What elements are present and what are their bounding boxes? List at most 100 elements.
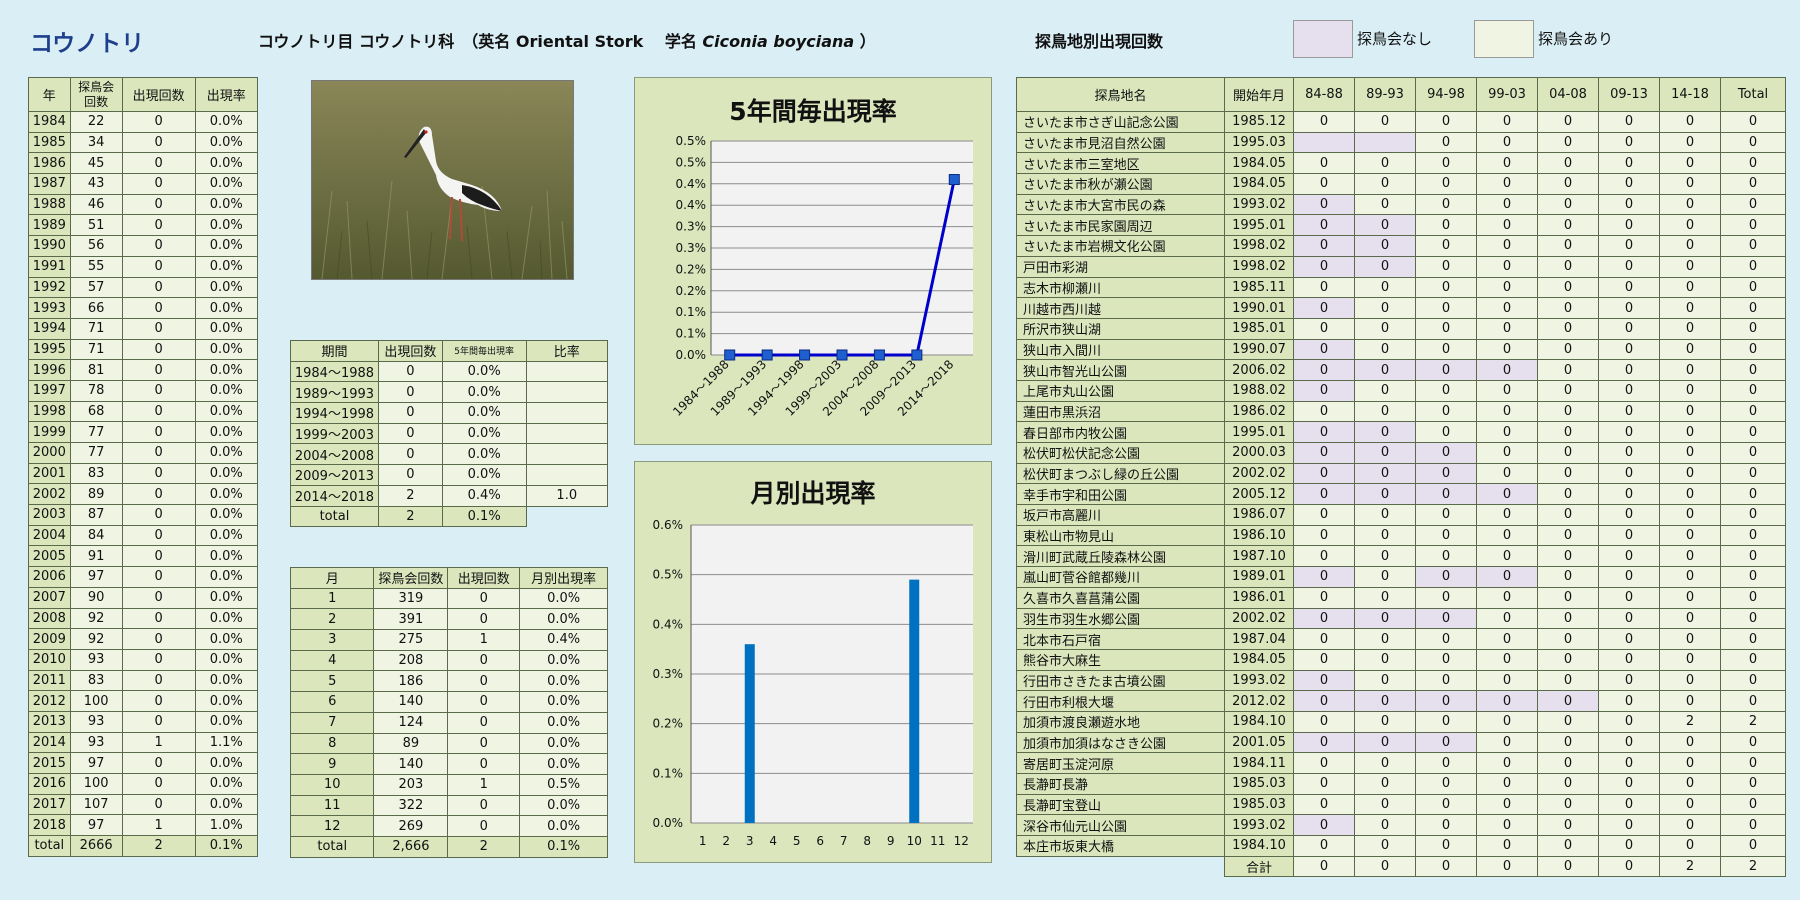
table-cell: 11 <box>289 794 375 817</box>
table-cell: 0 <box>121 173 196 195</box>
table-cell: 0 <box>1659 173 1721 195</box>
y-tick-label: 0.2% <box>676 284 707 298</box>
table-cell: 0 <box>1354 338 1416 361</box>
table-row: 2012 100 0 0.0% <box>28 690 259 712</box>
site-start: 2001.05 <box>1224 731 1294 754</box>
table-cell: 0 <box>1537 628 1599 650</box>
table-cell: 0.0% <box>441 360 527 383</box>
table-cell: 0 <box>1476 504 1538 526</box>
table-row: 行田市利根大堰 2012.02 0 0 0 0 0 0 0 0 <box>1016 690 1786 712</box>
site-start: 1998.02 <box>1224 255 1294 278</box>
table-cell: 0 <box>1720 235 1786 257</box>
table-cell: 90 <box>69 586 123 609</box>
site-name: さいたま市大宮市民の森 <box>1016 193 1225 216</box>
table-cell: 0 <box>1354 317 1416 340</box>
table-row: さいたま市岩槻文化公園 1998.02 0 0 0 0 0 0 0 0 <box>1016 235 1786 257</box>
site-start: 1986.10 <box>1224 524 1294 547</box>
table-row: 1989 51 0 0.0% <box>28 214 259 237</box>
table-cell: 0 <box>1720 731 1786 754</box>
table-cell: 0 <box>1598 669 1660 692</box>
table-cell: 0 <box>1354 152 1416 175</box>
table-cell: 0 <box>1659 566 1721 588</box>
total-cell: 0 <box>1598 855 1660 878</box>
table-row: 8 89 0 0.0% <box>289 732 608 755</box>
table-cell: 0 <box>121 111 196 133</box>
empty-cell <box>1017 856 1225 877</box>
table-cell: 0 <box>377 360 443 383</box>
table-cell: 0 <box>121 276 196 299</box>
table-cell: 0 <box>1354 524 1416 547</box>
site-start: 1995.01 <box>1224 421 1294 443</box>
site-start: 1986.02 <box>1224 400 1294 423</box>
table-cell: 0 <box>1659 586 1721 609</box>
table-cell: 0 <box>1659 690 1721 712</box>
site-name: 松伏町松伏記念公園 <box>1016 442 1225 464</box>
site-start: 1984.05 <box>1224 648 1294 671</box>
table-cell: 0 <box>1659 773 1721 795</box>
table-row: 1984 22 0 0.0% <box>28 111 259 133</box>
bar <box>744 644 755 823</box>
site-name: 上尾市丸山公園 <box>1016 379 1225 402</box>
table-cell: 0 <box>1720 566 1786 588</box>
scientific-name: Ciconia boyciana <box>702 32 855 51</box>
table-cell: 0 <box>1415 255 1477 278</box>
table-cell: 0 <box>1537 152 1599 175</box>
table-cell: 0 <box>1415 814 1477 837</box>
table-cell: 0 <box>1659 111 1721 133</box>
table-cell: 93 <box>69 648 123 671</box>
table-cell: 0.0% <box>194 400 259 423</box>
table-cell: 0 <box>1476 752 1538 774</box>
table-cell: 0 <box>1537 566 1599 588</box>
table-cell: 0.0% <box>194 586 259 609</box>
table-cell: 0 <box>121 524 196 547</box>
data-point <box>873 349 885 361</box>
table-cell: 0 <box>1598 111 1660 133</box>
table-row: 志木市柳瀬川 1985.11 0 0 0 0 0 0 0 0 <box>1016 276 1786 299</box>
table-cell: 0.0% <box>194 152 259 175</box>
table-cell: 0 <box>1354 359 1416 381</box>
table-cell: 4 <box>289 649 375 672</box>
y-tick-label: 0.3% <box>676 241 707 255</box>
table-cell: 0 <box>1537 214 1599 237</box>
table-cell: 0 <box>1598 359 1660 381</box>
y-tick-label: 0.5% <box>653 568 684 582</box>
table-cell: 2011 <box>28 669 71 692</box>
table-row: 東松山市物見山 1986.10 0 0 0 0 0 0 0 0 <box>1016 524 1786 547</box>
table-cell: 0 <box>1293 607 1355 630</box>
table-cell: 0 <box>121 648 196 671</box>
table-cell: 275 <box>373 629 449 651</box>
table-cell: 84 <box>69 524 123 547</box>
site-name: 幸手市宇和田公園 <box>1016 483 1225 506</box>
empty-cell <box>526 506 607 527</box>
x-tick-label: 9 <box>887 834 895 848</box>
yearly-header-row: 年探鳥会 回数 出現回数 出現率 <box>28 77 259 112</box>
monthly-rate-chart-panel: 月別出現率 0.0% 0.1% 0.2% 0.3% 0.4% 0.5% 0.6% 1 2 3 4 5 6… <box>634 461 992 863</box>
table-cell: 0 <box>377 381 443 404</box>
table-row: 3 275 1 0.4% <box>289 629 608 651</box>
table-cell: 0 <box>1476 359 1538 381</box>
table-cell: 0 <box>1415 359 1477 381</box>
table-cell: 5 <box>289 670 375 693</box>
table-row: 1991 55 0 0.0% <box>28 255 259 278</box>
site-start: 2006.02 <box>1224 359 1294 381</box>
table-cell: 1988 <box>28 193 71 216</box>
table-cell: 2002 <box>28 483 71 506</box>
table-cell: 0 <box>447 732 521 755</box>
table-cell: 0 <box>1659 545 1721 568</box>
table-row: さいたま市さぎ山記念公園 1985.12 0 0 0 0 0 0 0 0 <box>1016 111 1786 133</box>
table-cell: 0 <box>1476 152 1538 175</box>
table-cell: 0 <box>1537 255 1599 278</box>
table-cell: 0 <box>1354 421 1416 443</box>
table-cell: 269 <box>373 815 449 837</box>
table-cell: 0 <box>1415 710 1477 733</box>
x-tick-label: 4 <box>769 834 777 848</box>
monthly-rate-chart: 0.0%0.1%0.2%0.3%0.4%0.5%0.6%1 2 3 4 5 6 7 8 9 10 1… <box>653 518 973 848</box>
table-cell: 0 <box>1293 731 1355 754</box>
table-cell: 0 <box>1598 173 1660 195</box>
table-cell: 0 <box>1293 586 1355 609</box>
data-point <box>761 349 773 361</box>
total-cell: 0 <box>1354 855 1416 878</box>
table-cell: 0 <box>1293 338 1355 361</box>
table-row: 松伏町まつぶし緑の丘公園 2002.02 0 0 0 0 0 0 0 0 <box>1016 462 1786 485</box>
table-cell: 0 <box>1598 690 1660 712</box>
